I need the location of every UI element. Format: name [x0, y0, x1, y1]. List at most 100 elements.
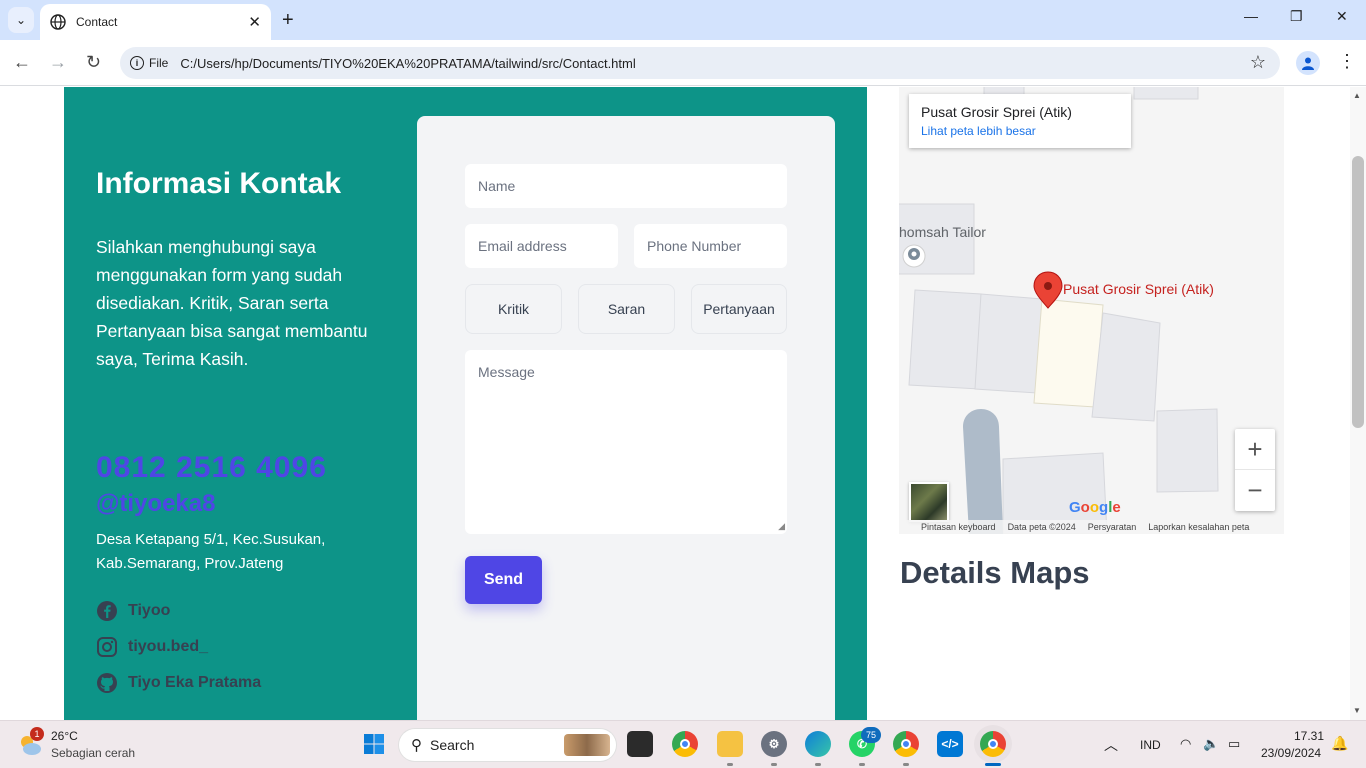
- page-viewport: Informasi Kontak Silahkan menghubungi sa…: [0, 87, 1350, 720]
- url-text[interactable]: C:/Users/hp/Documents/TIYO%20EKA%20PRATA…: [180, 56, 635, 71]
- windows-start-icon[interactable]: [361, 731, 387, 757]
- github-link[interactable]: Tiyo Eka Pratama: [96, 672, 261, 694]
- phone-input[interactable]: Phone Number: [634, 224, 787, 268]
- clock-time[interactable]: 17.31: [1294, 729, 1324, 743]
- globe-icon: [50, 14, 66, 30]
- map-place-name: Pusat Grosir Sprei (Atik): [921, 104, 1072, 120]
- tab-title: Contact: [76, 15, 118, 29]
- satellite-toggle[interactable]: [909, 482, 949, 522]
- scroll-down-icon[interactable]: ▼: [1353, 706, 1361, 715]
- forward-icon[interactable]: →: [49, 52, 67, 73]
- settings-running-indicator: [771, 763, 777, 766]
- message-placeholder: Message: [478, 364, 535, 380]
- file-explorer-icon[interactable]: [717, 731, 743, 757]
- phone-number: 0812 2516 4096: [96, 451, 327, 484]
- tab-search-button[interactable]: ⌄: [8, 7, 34, 33]
- battery-icon[interactable]: ▭: [1228, 736, 1240, 752]
- info-icon: i: [130, 56, 144, 70]
- volume-icon[interactable]: 🔈: [1203, 736, 1219, 752]
- back-icon[interactable]: ←: [13, 52, 31, 73]
- instagram-link[interactable]: tiyou.bed_: [96, 636, 208, 658]
- choice-pertanyaan[interactable]: Pertanyaan: [691, 284, 787, 334]
- zoom-out-button[interactable]: −: [1235, 470, 1275, 511]
- minimize-icon[interactable]: —: [1244, 8, 1258, 24]
- language-indicator[interactable]: IND: [1140, 738, 1161, 752]
- address-bar[interactable]: i File C:/Users/hp/Documents/TIYO%20EKA%…: [120, 47, 1280, 79]
- bookmark-star-icon[interactable]: ☆: [1250, 52, 1266, 73]
- pin-label[interactable]: Pusat Grosir Sprei (Atik): [1063, 281, 1214, 297]
- search-highlight-icon: [564, 734, 610, 756]
- chrome-profile-running-indicator: [903, 763, 909, 766]
- edge-icon[interactable]: [805, 731, 831, 757]
- google-logo: Google: [1069, 499, 1121, 516]
- chrome-active-indicator: [985, 763, 1001, 766]
- settings-gear-icon[interactable]: ⚙: [761, 731, 787, 757]
- task-view-icon[interactable]: [627, 731, 653, 757]
- name-input[interactable]: Name: [465, 164, 787, 208]
- message-textarea[interactable]: Message ◢: [465, 350, 787, 534]
- email-placeholder: Email address: [478, 238, 567, 254]
- whatsapp-badge: 75: [861, 727, 881, 743]
- choice-saran[interactable]: Saran: [578, 284, 675, 334]
- larger-map-link[interactable]: Lihat peta lebih besar: [921, 124, 1119, 138]
- kebab-menu-icon[interactable]: ⋮: [1338, 51, 1356, 72]
- facebook-label: Tiyoo: [128, 602, 171, 619]
- vscode-icon[interactable]: </>: [937, 731, 963, 757]
- chevron-down-icon: ⌄: [15, 13, 27, 27]
- map-canvas: [899, 87, 1219, 534]
- resize-handle-icon[interactable]: ◢: [778, 521, 785, 532]
- weather-condition: Sebagian cerah: [51, 746, 136, 760]
- map-data-text: Data peta ©2024: [1007, 522, 1076, 532]
- search-icon: ⚲: [411, 737, 422, 754]
- embedded-map[interactable]: Pusat Grosir Sprei (Atik) Lihat peta leb…: [899, 87, 1284, 534]
- close-tab-icon[interactable]: ✕: [248, 13, 261, 31]
- keyboard-shortcuts-link[interactable]: Pintasan keyboard: [921, 522, 996, 532]
- browser-tab[interactable]: Contact ✕: [40, 4, 271, 40]
- github-icon: [97, 673, 117, 693]
- instagram-label: tiyou.bed_: [128, 638, 209, 655]
- chrome-icon[interactable]: [672, 731, 698, 757]
- chevron-up-icon[interactable]: ︿: [1104, 735, 1118, 755]
- notification-bell-icon[interactable]: 🔔: [1331, 735, 1348, 752]
- reload-icon[interactable]: ↻: [86, 52, 101, 73]
- site-info-label: File: [149, 56, 169, 70]
- nearby-place-label[interactable]: homsah Tailor: [899, 224, 986, 240]
- contact-form: Name Email address Phone Number Kritik S…: [417, 116, 835, 720]
- temperature: 26°C: [51, 729, 78, 743]
- site-info-chip[interactable]: i File: [130, 56, 180, 70]
- phone-placeholder: Phone Number: [647, 238, 742, 254]
- new-tab-button[interactable]: +: [282, 8, 294, 32]
- zoom-controls: + −: [1235, 429, 1275, 511]
- chrome-active-icon[interactable]: [980, 731, 1006, 757]
- scroll-up-icon[interactable]: ▲: [1353, 91, 1361, 100]
- whatsapp-running-indicator: [859, 763, 865, 766]
- taskbar-search[interactable]: ⚲ Search: [399, 729, 616, 761]
- send-button[interactable]: Send: [465, 556, 542, 604]
- contact-title: Informasi Kontak: [96, 167, 342, 200]
- report-error-link[interactable]: Laporkan kesalahan peta: [1148, 522, 1249, 532]
- address: Desa Ketapang 5/1, Kec.Susukan, Kab.Sema…: [96, 531, 326, 572]
- close-window-icon[interactable]: ✕: [1336, 8, 1348, 25]
- facebook-link[interactable]: Tiyoo: [96, 600, 170, 622]
- clock-date[interactable]: 23/09/2024: [1261, 746, 1321, 760]
- scrollbar-thumb[interactable]: [1352, 156, 1364, 428]
- email-input[interactable]: Email address: [465, 224, 618, 268]
- windows-taskbar: 1 26°C Sebagian cerah ⚲ Search ⚙ ✆ 75 </…: [0, 720, 1366, 768]
- instagram-icon: [97, 637, 117, 657]
- name-placeholder: Name: [478, 178, 516, 194]
- github-label: Tiyo Eka Pratama: [128, 674, 262, 691]
- weather-badge: 1: [30, 727, 44, 741]
- terms-link[interactable]: Persyaratan: [1088, 522, 1137, 532]
- contact-description: Silahkan menghubungi saya menggunakan fo…: [96, 237, 368, 369]
- choice-kritik[interactable]: Kritik: [465, 284, 562, 334]
- profile-avatar[interactable]: [1296, 51, 1320, 75]
- restore-icon[interactable]: ❐: [1290, 8, 1303, 25]
- details-maps-heading: Details Maps: [900, 555, 1090, 590]
- map-place-card: Pusat Grosir Sprei (Atik) Lihat peta leb…: [909, 94, 1131, 148]
- chrome-profile-icon[interactable]: [893, 731, 919, 757]
- facebook-icon: [97, 601, 117, 621]
- wifi-icon[interactable]: ◠: [1180, 736, 1191, 752]
- zoom-in-button[interactable]: +: [1235, 429, 1275, 470]
- explorer-running-indicator: [727, 763, 733, 766]
- edge-running-indicator: [815, 763, 821, 766]
